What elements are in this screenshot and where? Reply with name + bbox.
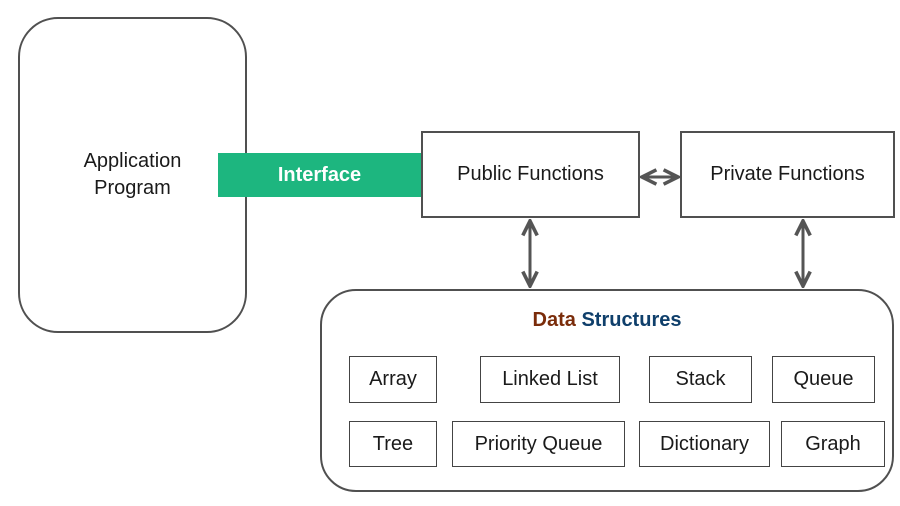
connector-arrows	[0, 0, 900, 506]
